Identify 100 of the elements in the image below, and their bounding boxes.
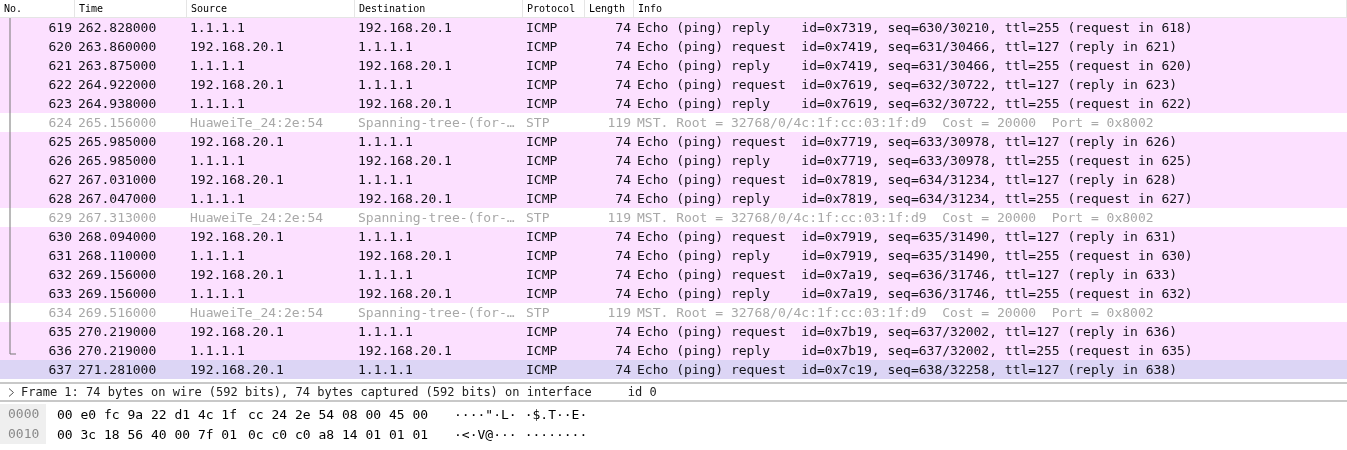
- table-cell-text: 74: [614, 248, 632, 263]
- table-cell-text: Echo (ping) request id=0x7c19, seq=638/32258, ttl=127 (reply in 638): [636, 362, 1179, 377]
- table-cell-text: 74: [614, 362, 632, 377]
- table-cell-text: 267.313000: [77, 210, 158, 225]
- table-cell-text: 623: [47, 96, 73, 111]
- table-cell-text: 265.156000: [77, 115, 158, 130]
- table-cell-text: ICMP: [525, 172, 559, 187]
- table-cell-text: ICMP: [525, 58, 559, 73]
- table-cell-text: 74: [614, 77, 632, 92]
- packet-row[interactable]: 628 267.047000 1.1.1.1 192.168.20.1 ICMP 74 Echo (ping) reply id=0x7819, seq=634/31234, ttl=255 (request in 627): [0, 189, 1347, 208]
- table-cell-text: 630: [47, 229, 73, 244]
- table-cell-text: 192.168.20.1: [357, 20, 453, 35]
- table-cell-text: 1.1.1.1: [357, 324, 414, 339]
- table-cell-text: 1.1.1.1: [189, 343, 246, 358]
- table-cell-text: Echo (ping) request id=0x7a19, seq=636/31746, ttl=127 (reply in 633): [636, 267, 1179, 282]
- table-cell-text: 1.1.1.1: [189, 96, 246, 111]
- detail-text: Frame 1: 74 bytes on wire (592 bits), 74 bytes captured (592 bits) on interface: [21, 385, 592, 399]
- table-cell-text: ICMP: [525, 191, 559, 206]
- table-cell-text: HuaweiTe_24:2e:54: [189, 210, 325, 225]
- column-header[interactable]: Time: [75, 0, 187, 17]
- packet-row[interactable]: 633 269.156000 1.1.1.1 192.168.20.1 ICMP 74 Echo (ping) reply id=0x7a19, seq=636/31746, ttl=255 (request in 632): [0, 284, 1347, 303]
- packet-row[interactable]: 632 269.156000 192.168.20.1 1.1.1.1 ICMP 74 Echo (ping) request id=0x7a19, seq=636/31746, ttl=127 (reply in 633): [0, 265, 1347, 284]
- table-cell-text: 629: [47, 210, 73, 225]
- table-cell-text: STP: [525, 210, 551, 225]
- table-cell-text: Spanning-tree-(for-…: [357, 115, 516, 130]
- table-cell-text: 1.1.1.1: [189, 20, 246, 35]
- column-header[interactable]: Info: [634, 0, 1347, 17]
- table-cell-text: 192.168.20.1: [189, 324, 285, 339]
- packet-row[interactable]: 621 263.875000 1.1.1.1 192.168.20.1 ICMP 74 Echo (ping) reply id=0x7419, seq=631/30466, ttl=255 (request in 620): [0, 56, 1347, 75]
- table-cell-text: Echo (ping) reply id=0x7419, seq=631/30466, ttl=255 (request in 620): [636, 58, 1194, 73]
- packet-row[interactable]: 623 264.938000 1.1.1.1 192.168.20.1 ICMP 74 Echo (ping) reply id=0x7619, seq=632/30722, ttl=255 (request in 622): [0, 94, 1347, 113]
- table-cell-text: 269.156000: [77, 286, 158, 301]
- table-cell-text: 634: [47, 305, 73, 320]
- table-cell-text: 270.219000: [77, 324, 158, 339]
- table-cell-text: 627: [47, 172, 73, 187]
- table-cell-text: 192.168.20.1: [357, 343, 453, 358]
- table-cell-text: 268.110000: [77, 248, 158, 263]
- table-cell-text: ICMP: [525, 267, 559, 282]
- ascii-bytes: ·<·V@···: [454, 426, 517, 442]
- table-cell-text: ICMP: [525, 96, 559, 111]
- table-cell-text: Echo (ping) reply id=0x7b19, seq=637/32002, ttl=255 (request in 635): [636, 343, 1194, 358]
- table-cell-text: 631: [47, 248, 73, 263]
- table-cell-text: Spanning-tree-(for-…: [357, 305, 516, 320]
- table-cell-text: ICMP: [525, 39, 559, 54]
- ascii-bytes: ········: [524, 426, 588, 442]
- packet-row[interactable]: 620 263.860000 192.168.20.1 1.1.1.1 ICMP 74 Echo (ping) request id=0x7419, seq=631/30466, ttl=127 (reply in 621): [0, 37, 1347, 56]
- hex-bytes: 00 e0 fc 9a 22 d1 4c 1f: [57, 406, 237, 422]
- table-cell-text: 74: [614, 324, 632, 339]
- packet-row[interactable]: 619 262.828000 1.1.1.1 192.168.20.1 ICMP 74 Echo (ping) reply id=0x7319, seq=630/30210, ttl=255 (request in 618): [0, 18, 1347, 37]
- collapsed-caret-icon[interactable]: [8, 387, 15, 397]
- table-cell-text: 192.168.20.1: [189, 267, 285, 282]
- table-cell-text: Echo (ping) reply id=0x7719, seq=633/30978, ttl=255 (request in 625): [636, 153, 1194, 168]
- table-cell-text: 192.168.20.1: [357, 153, 453, 168]
- packet-row[interactable]: 630 268.094000 192.168.20.1 1.1.1.1 ICMP 74 Echo (ping) request id=0x7919, seq=635/31490, ttl=127 (reply in 631): [0, 227, 1347, 246]
- table-cell-text: 74: [614, 58, 632, 73]
- table-cell-text: 74: [614, 96, 632, 111]
- table-cell-text: Echo (ping) reply id=0x7319, seq=630/30210, ttl=255 (request in 618): [636, 20, 1194, 35]
- packet-row[interactable]: 625 265.985000 192.168.20.1 1.1.1.1 ICMP 74 Echo (ping) request id=0x7719, seq=633/30978, ttl=127 (reply in 626): [0, 132, 1347, 151]
- column-header[interactable]: Length: [585, 0, 634, 17]
- packet-row[interactable]: 627 267.031000 192.168.20.1 1.1.1.1 ICMP 74 Echo (ping) request id=0x7819, seq=634/31234, ttl=127 (reply in 628): [0, 170, 1347, 189]
- packet-row[interactable]: 622 264.922000 192.168.20.1 1.1.1.1 ICMP 74 Echo (ping) request id=0x7619, seq=632/30722, ttl=127 (reply in 623): [0, 75, 1347, 94]
- table-cell-text: 1.1.1.1: [357, 229, 414, 244]
- table-cell-text: 632: [47, 267, 73, 282]
- table-cell-text: 1.1.1.1: [357, 172, 414, 187]
- table-cell-text: Echo (ping) reply id=0x7819, seq=634/31234, ttl=255 (request in 627): [636, 191, 1194, 206]
- hex-offset: 0000: [0, 404, 46, 424]
- table-cell-text: 1.1.1.1: [189, 58, 246, 73]
- table-cell-text: 625: [47, 134, 73, 149]
- packet-row[interactable]: 636 270.219000 1.1.1.1 192.168.20.1 ICMP 74 Echo (ping) reply id=0x7b19, seq=637/32002, ttl=255 (request in 635): [0, 341, 1347, 360]
- table-cell-text: 620: [47, 39, 73, 54]
- column-header[interactable]: Source: [187, 0, 355, 17]
- table-cell-text: 1.1.1.1: [357, 362, 414, 377]
- table-cell-text: 192.168.20.1: [189, 229, 285, 244]
- table-cell-text: STP: [525, 115, 551, 130]
- packet-row[interactable]: 626 265.985000 1.1.1.1 192.168.20.1 ICMP 74 Echo (ping) reply id=0x7719, seq=633/30978, ttl=255 (request in 625): [0, 151, 1347, 170]
- column-header[interactable]: Destination: [355, 0, 523, 17]
- packet-row[interactable]: 635 270.219000 192.168.20.1 1.1.1.1 ICMP 74 Echo (ping) request id=0x7b19, seq=637/32002, ttl=127 (reply in 636): [0, 322, 1347, 341]
- table-cell-text: ICMP: [525, 343, 559, 358]
- table-cell-text: 74: [614, 172, 632, 187]
- table-cell-text: ICMP: [525, 229, 559, 244]
- table-cell-text: Echo (ping) request id=0x7619, seq=632/30722, ttl=127 (reply in 623): [636, 77, 1179, 92]
- table-cell-text: 267.047000: [77, 191, 158, 206]
- column-header[interactable]: No.: [0, 0, 75, 17]
- table-cell-text: ICMP: [525, 324, 559, 339]
- table-cell-text: MST. Root = 32768/0/4c:1f:cc:03:1f:d9 Cost = 20000 Port = 0x8002: [636, 210, 1155, 225]
- packet-row[interactable]: 631 268.110000 1.1.1.1 192.168.20.1 ICMP 74 Echo (ping) reply id=0x7919, seq=635/31490, ttl=255 (request in 630): [0, 246, 1347, 265]
- table-cell-text: 269.156000: [77, 267, 158, 282]
- hex-offset: 0010: [0, 424, 46, 444]
- table-cell-text: 74: [614, 286, 632, 301]
- table-cell-text: 74: [614, 134, 632, 149]
- packet-row[interactable]: 637 271.281000 192.168.20.1 1.1.1.1 ICMP 74 Echo (ping) request id=0x7c19, seq=638/32258, ttl=127 (reply in 638): [0, 360, 1347, 379]
- table-cell-text: ICMP: [525, 362, 559, 377]
- column-header[interactable]: Protocol: [523, 0, 585, 17]
- packet-detail-row[interactable]: Frame 1: 74 bytes on wire (592 bits), 74 bytes captured (592 bits) on interface id 0: [0, 382, 1347, 402]
- table-cell-text: 624: [47, 115, 73, 130]
- table-cell-text: STP: [525, 305, 551, 320]
- table-cell-text: 1.1.1.1: [189, 191, 246, 206]
- table-cell-text: 264.938000: [77, 96, 158, 111]
- table-cell-text: 1.1.1.1: [189, 153, 246, 168]
- table-cell-text: 264.922000: [77, 77, 158, 92]
